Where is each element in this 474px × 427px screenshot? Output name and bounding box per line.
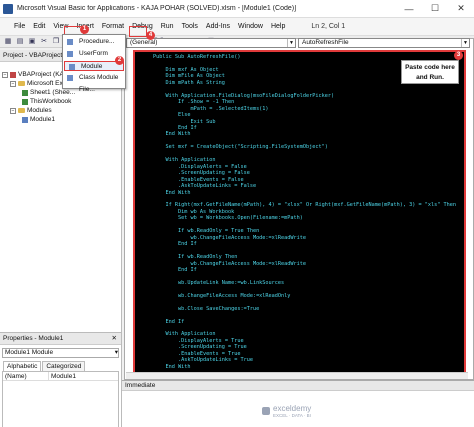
properties-grid: (Name) Module1 (2, 371, 119, 427)
properties-tabs: Alphabetic Categorized (3, 361, 121, 371)
immediate-header: Immediate (122, 381, 474, 391)
module-icon (69, 64, 75, 70)
menu-item-file[interactable]: File... (63, 85, 125, 95)
menu-format[interactable]: Format (98, 20, 128, 34)
property-row[interactable]: (Name) Module1 (3, 372, 118, 381)
vba-code[interactable]: Public Sub AutoRefreshFile() Dim mxf As … (135, 52, 464, 373)
step-badge-4: 4 (146, 31, 155, 40)
tab-alphabetic[interactable]: Alphabetic (3, 361, 42, 371)
vba-app-icon (3, 3, 13, 14)
workbook-icon (22, 98, 28, 105)
tree-thisworkbook[interactable]: ThisWorkbook (2, 97, 119, 106)
close-icon[interactable]: ✕ (112, 333, 121, 344)
menu-window[interactable]: Window (234, 20, 267, 34)
step-badge-3: 3 (454, 51, 463, 60)
chevron-down-icon: ▼ (461, 39, 469, 47)
step-badge-2: 2 (115, 56, 124, 65)
maximize-button[interactable]: ☐ (422, 0, 448, 18)
exceldemy-logo-icon (262, 407, 270, 415)
minimize-button[interactable]: — (396, 0, 422, 18)
window-title: Microsoft Visual Basic for Applications … (17, 5, 297, 12)
menu-tools[interactable]: Tools (178, 20, 202, 34)
code-editor[interactable]: Public Sub AutoRefreshFile() Dim mxf As … (133, 50, 466, 375)
exceldemy-watermark: exceldemy EXCEL · DATA · BI (262, 404, 311, 418)
insert-object-icon[interactable]: ▤ (15, 37, 25, 46)
menu-edit[interactable]: Edit (29, 20, 49, 34)
userform-icon (67, 51, 73, 57)
save-icon[interactable]: ▣ (27, 37, 37, 46)
worksheet-icon (22, 89, 28, 96)
chevron-down-icon: ▾ (114, 349, 118, 356)
menu-add-ins[interactable]: Add-Ins (202, 20, 234, 34)
cursor-position: Ln 2, Col 1 (311, 22, 346, 30)
horizontal-scrollbar[interactable] (126, 372, 468, 379)
title-bar: Microsoft Visual Basic for Applications … (0, 0, 474, 18)
procedure-combo[interactable]: AutoRefreshFile ▼ (298, 38, 470, 48)
collapse-icon[interactable]: − (10, 107, 16, 114)
instruction-callout: Paste code here and Run. (401, 60, 459, 84)
vba-menu-icon[interactable] (0, 20, 10, 34)
properties-window: Properties - Module1 ✕ Module1 Module ▾ … (0, 332, 122, 427)
class-module-icon (67, 75, 73, 81)
folder-icon (18, 81, 25, 86)
close-button[interactable]: ✕ (448, 0, 474, 18)
menu-item-procedure[interactable]: Procedure... (63, 37, 125, 47)
object-selector[interactable]: Module1 Module ▾ (2, 348, 119, 358)
module-icon (22, 116, 28, 123)
menu-file[interactable]: File (10, 20, 29, 34)
cut-icon[interactable]: ✂ (39, 37, 49, 46)
collapse-icon[interactable]: − (2, 71, 8, 78)
step-badge-1: 1 (80, 25, 89, 34)
excel-icon[interactable]: ▦ (3, 37, 13, 46)
properties-header: Properties - Module1 ✕ (0, 333, 121, 345)
tree-module1[interactable]: Module1 (2, 115, 119, 124)
menu-item-class-module[interactable]: Class Module (63, 73, 125, 83)
folder-icon (18, 108, 25, 113)
menu-run[interactable]: Run (157, 20, 178, 34)
collapse-icon[interactable]: − (10, 80, 16, 87)
procedure-icon (67, 39, 73, 45)
window-controls: — ☐ ✕ (396, 0, 474, 18)
code-combos: (General) ▼ AutoRefreshFile ▼ (126, 38, 472, 49)
chevron-down-icon: ▼ (287, 39, 295, 47)
menu-help[interactable]: Help (267, 20, 289, 34)
tree-modules[interactable]: − Modules (2, 106, 119, 115)
copy-icon[interactable]: ❐ (51, 37, 61, 46)
tab-categorized[interactable]: Categorized (42, 361, 86, 371)
run-menu-highlight (129, 26, 147, 37)
vbaproject-icon (10, 71, 16, 78)
